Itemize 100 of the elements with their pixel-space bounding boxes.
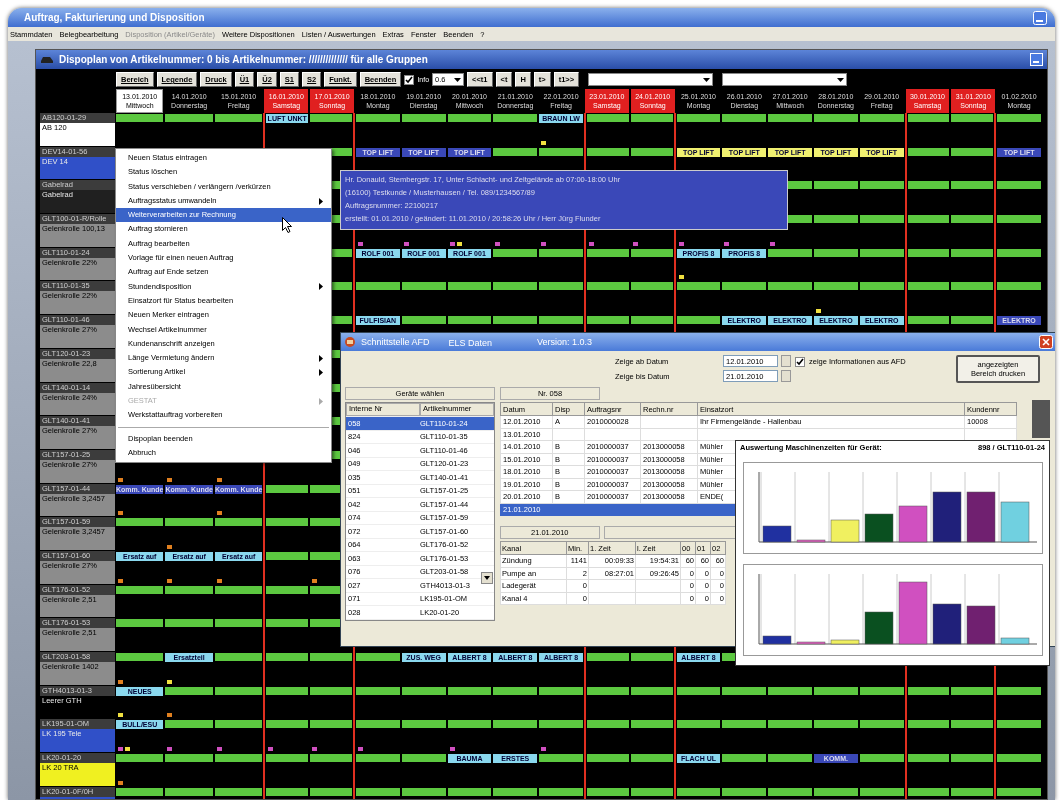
availability-bar bbox=[539, 787, 583, 796]
availability-bar bbox=[907, 686, 950, 695]
caret-icon bbox=[703, 77, 711, 82]
availability-bar bbox=[997, 215, 1041, 224]
availability-bar bbox=[907, 754, 950, 763]
availability-bar bbox=[586, 720, 629, 729]
availability-bar bbox=[951, 248, 994, 257]
availability-bar bbox=[310, 787, 352, 796]
availability-bar bbox=[722, 282, 767, 291]
availability-bar bbox=[997, 754, 1041, 763]
availability-bar bbox=[907, 720, 950, 729]
availability-bar bbox=[768, 282, 812, 291]
availability-bar bbox=[310, 114, 352, 122]
availability-bar bbox=[355, 282, 400, 291]
car-icon bbox=[40, 55, 54, 64]
availability-bar bbox=[951, 720, 994, 729]
availability-bar bbox=[859, 720, 904, 729]
availability-bar bbox=[630, 686, 673, 695]
availability-bar bbox=[859, 215, 904, 224]
availability-bar bbox=[214, 653, 263, 661]
availability-bar bbox=[266, 686, 309, 695]
availability-bar bbox=[401, 316, 446, 325]
availability-bar bbox=[768, 754, 812, 763]
availability-bar bbox=[116, 653, 164, 661]
availability-bar bbox=[214, 619, 263, 628]
availability-bar bbox=[814, 215, 858, 224]
availability-bar bbox=[768, 787, 812, 796]
availability-bar bbox=[907, 282, 950, 291]
availability-bar bbox=[355, 787, 400, 796]
availability-bar bbox=[859, 181, 904, 190]
availability-bar bbox=[493, 787, 538, 796]
availability-bar bbox=[355, 754, 400, 763]
mouse-pointer-icon bbox=[282, 217, 293, 233]
availability-bar bbox=[401, 686, 446, 695]
availability-bar bbox=[907, 181, 950, 190]
caret-icon bbox=[454, 77, 462, 82]
filter-dropdown[interactable] bbox=[588, 73, 714, 86]
availability-bar bbox=[586, 282, 629, 291]
availability-bar bbox=[116, 585, 164, 594]
availability-bar bbox=[814, 720, 858, 729]
availability-bar bbox=[859, 686, 904, 695]
availability-bar bbox=[997, 114, 1041, 122]
availability-bar bbox=[447, 686, 492, 695]
availability-bar bbox=[859, 787, 904, 796]
availability-bar bbox=[768, 248, 812, 257]
availability-bar bbox=[859, 754, 904, 763]
availability-bar bbox=[493, 316, 538, 325]
app-icon bbox=[344, 336, 356, 348]
availability-bar bbox=[951, 787, 994, 796]
availability-bar bbox=[586, 787, 629, 796]
window-title: Auftrag, Fakturierung und Disposition bbox=[24, 12, 206, 23]
availability-bar bbox=[997, 181, 1041, 190]
availability-bar bbox=[768, 720, 812, 729]
availability-bar bbox=[266, 754, 309, 763]
availability-bar bbox=[630, 316, 673, 325]
availability-bar bbox=[266, 518, 309, 527]
availability-bar bbox=[951, 686, 994, 695]
minimize-icon bbox=[1030, 53, 1043, 66]
availability-bar bbox=[630, 248, 673, 257]
availability-bar bbox=[951, 316, 994, 325]
availability-bar bbox=[814, 181, 858, 190]
availability-bar bbox=[165, 585, 213, 594]
availability-bar bbox=[310, 720, 352, 729]
availability-bar bbox=[907, 215, 950, 224]
version-label: Version: 1.0.3 bbox=[537, 337, 593, 347]
window-subtitle: ELS Daten bbox=[448, 338, 493, 346]
availability-bar bbox=[266, 619, 309, 628]
scrollbar[interactable] bbox=[1032, 400, 1050, 438]
checkbox[interactable] bbox=[795, 357, 805, 367]
availability-bar bbox=[997, 787, 1041, 796]
availability-bar bbox=[165, 754, 213, 763]
availability-bar bbox=[116, 754, 164, 763]
availability-bar bbox=[630, 754, 673, 763]
availability-bar bbox=[266, 551, 309, 560]
availability-bar bbox=[768, 686, 812, 695]
availability-bar bbox=[907, 248, 950, 257]
availability-bar bbox=[401, 720, 446, 729]
availability-bar bbox=[165, 686, 213, 695]
availability-bar bbox=[539, 248, 583, 257]
availability-bar bbox=[266, 484, 309, 493]
availability-bar bbox=[951, 754, 994, 763]
availability-bar bbox=[539, 316, 583, 325]
availability-bar bbox=[165, 720, 213, 729]
submenu-arrow-icon bbox=[319, 283, 323, 291]
checkbox[interactable] bbox=[404, 74, 415, 85]
availability-bar bbox=[493, 686, 538, 695]
availability-bar bbox=[493, 720, 538, 729]
window-title: Schnittstelle AFD bbox=[361, 337, 430, 347]
availability-bar bbox=[355, 653, 400, 661]
table-cell bbox=[588, 579, 636, 592]
table-cell bbox=[635, 592, 681, 605]
availability-bar bbox=[907, 316, 950, 325]
availability-bar bbox=[997, 248, 1041, 257]
availability-bar bbox=[355, 720, 400, 729]
close-icon bbox=[1039, 335, 1053, 349]
availability-bar bbox=[266, 787, 309, 796]
availability-bar bbox=[586, 147, 629, 156]
checkmark-icon bbox=[796, 358, 804, 366]
filter-dropdown[interactable] bbox=[722, 73, 848, 86]
availability-bar bbox=[493, 282, 538, 291]
